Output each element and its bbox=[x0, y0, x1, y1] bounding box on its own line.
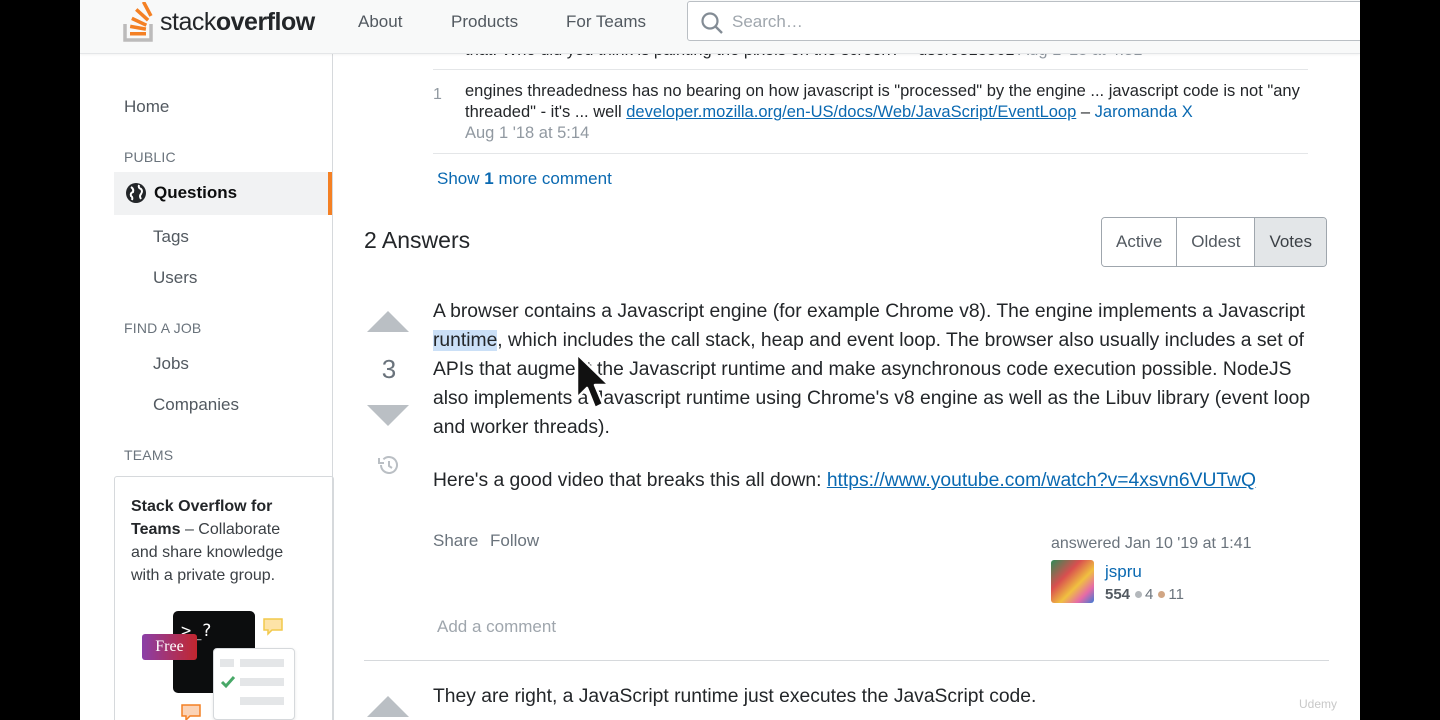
check-icon bbox=[220, 676, 236, 689]
downvote-arrow-icon[interactable] bbox=[367, 405, 409, 426]
sidebar-item-questions[interactable]: Questions bbox=[114, 172, 332, 215]
sidebar-item-companies[interactable]: Companies bbox=[153, 395, 239, 415]
answered-timestamp: answered Jan 10 '19 at 1:41 bbox=[1051, 535, 1252, 552]
free-badge: Free bbox=[142, 634, 197, 660]
nav-products[interactable]: Products bbox=[451, 12, 518, 32]
browser-viewport: stackoverflow About Products For Teams S… bbox=[80, 0, 1360, 720]
user-avatar[interactable] bbox=[1051, 560, 1094, 603]
sidebar-heading-find-a-job: FIND A JOB bbox=[124, 320, 202, 336]
comment-user[interactable]: Jaromanda X bbox=[1095, 103, 1193, 121]
bronze-badge-icon bbox=[1158, 591, 1166, 598]
answer-body-paragraph: Here's a good video that breaks this all… bbox=[433, 470, 1257, 491]
sort-votes-button[interactable]: Votes bbox=[1255, 218, 1326, 266]
answer-sort-tabs: Active Oldest Votes bbox=[1101, 217, 1327, 267]
sort-active-button[interactable]: Active bbox=[1102, 218, 1178, 266]
upvote-arrow-icon[interactable] bbox=[367, 696, 409, 717]
sidebar-item-jobs[interactable]: Jobs bbox=[153, 354, 189, 374]
history-icon[interactable] bbox=[376, 453, 400, 477]
bronze-badge-count: 11 bbox=[1168, 586, 1184, 603]
top-bar: stackoverflow About Products For Teams S… bbox=[80, 0, 1360, 54]
answer-body-paragraph: They are right, a JavaScript runtime jus… bbox=[433, 686, 1037, 707]
text-selection: runtime bbox=[433, 330, 498, 351]
nav-for-teams[interactable]: For Teams bbox=[566, 12, 646, 32]
search-icon bbox=[701, 12, 723, 34]
sidebar-item-questions-label: Questions bbox=[154, 183, 238, 202]
teams-promo-text: Stack Overflow for Teams – Collaborate a… bbox=[131, 498, 284, 584]
show-more-comments-link[interactable]: Show 1 more comment bbox=[437, 169, 612, 189]
answers-count-title: 2 Answers bbox=[364, 227, 471, 253]
youtube-link[interactable]: https://www.youtube.com/watch?v=4xsvn6VU… bbox=[827, 470, 1256, 491]
sidebar-item-tags[interactable]: Tags bbox=[153, 227, 189, 247]
sidebar-item-users[interactable]: Users bbox=[153, 268, 197, 288]
upvote-arrow-icon[interactable] bbox=[367, 311, 409, 332]
teams-promo[interactable]: Stack Overflow for Teams – Collaborate a… bbox=[114, 476, 334, 720]
follow-link[interactable]: Follow bbox=[490, 531, 539, 551]
silver-badge-count: 4 bbox=[1145, 586, 1154, 603]
add-comment-link[interactable]: Add a comment bbox=[437, 617, 556, 637]
share-link[interactable]: Share bbox=[433, 531, 478, 551]
user-reputation: 554 4 11 bbox=[1105, 586, 1184, 603]
comment-date: Aug 1 '18 at 5:14 bbox=[465, 124, 590, 142]
checklist-card-icon bbox=[213, 648, 295, 720]
sidebar-heading-public: PUBLIC bbox=[124, 149, 176, 165]
answer-divider bbox=[364, 660, 1329, 661]
vote-count: 3 bbox=[381, 354, 397, 384]
user-name-link[interactable]: jspru bbox=[1105, 562, 1142, 582]
sidebar-item-home[interactable]: Home bbox=[124, 97, 169, 117]
comment-dash: – bbox=[1076, 103, 1095, 121]
search-placeholder: Search… bbox=[732, 12, 803, 31]
comment-link[interactable]: developer.mozilla.org/en-US/docs/Web/Jav… bbox=[626, 103, 1076, 121]
stackoverflow-logo-icon bbox=[123, 2, 153, 42]
silver-badge-icon bbox=[1135, 591, 1143, 598]
sort-oldest-button[interactable]: Oldest bbox=[1177, 218, 1256, 266]
answer-body-paragraph: A browser contains a Javascript engine (… bbox=[433, 301, 1311, 438]
nav-about[interactable]: About bbox=[358, 12, 402, 32]
sidebar-heading-teams: TEAMS bbox=[124, 447, 174, 463]
comment-divider bbox=[433, 69, 1308, 70]
globe-icon bbox=[126, 183, 146, 203]
watermark: Udemy bbox=[1298, 697, 1337, 711]
search-input[interactable]: Search… bbox=[687, 1, 1360, 41]
chat-bubble-icon bbox=[263, 618, 283, 636]
comment-item: engines threadedness has no bearing on h… bbox=[465, 81, 1325, 144]
chat-bubble-orange-icon bbox=[181, 704, 201, 720]
logo-text: stackoverflow bbox=[160, 7, 315, 36]
stackoverflow-logo[interactable]: stackoverflow bbox=[122, 0, 315, 44]
left-sidebar: Home PUBLIC Questions Tags Users FIND A … bbox=[80, 53, 334, 720]
comment-divider bbox=[433, 153, 1308, 154]
comment-score: 1 bbox=[433, 86, 442, 103]
reputation-score: 554 bbox=[1105, 586, 1131, 603]
mouse-cursor-icon bbox=[575, 352, 611, 410]
